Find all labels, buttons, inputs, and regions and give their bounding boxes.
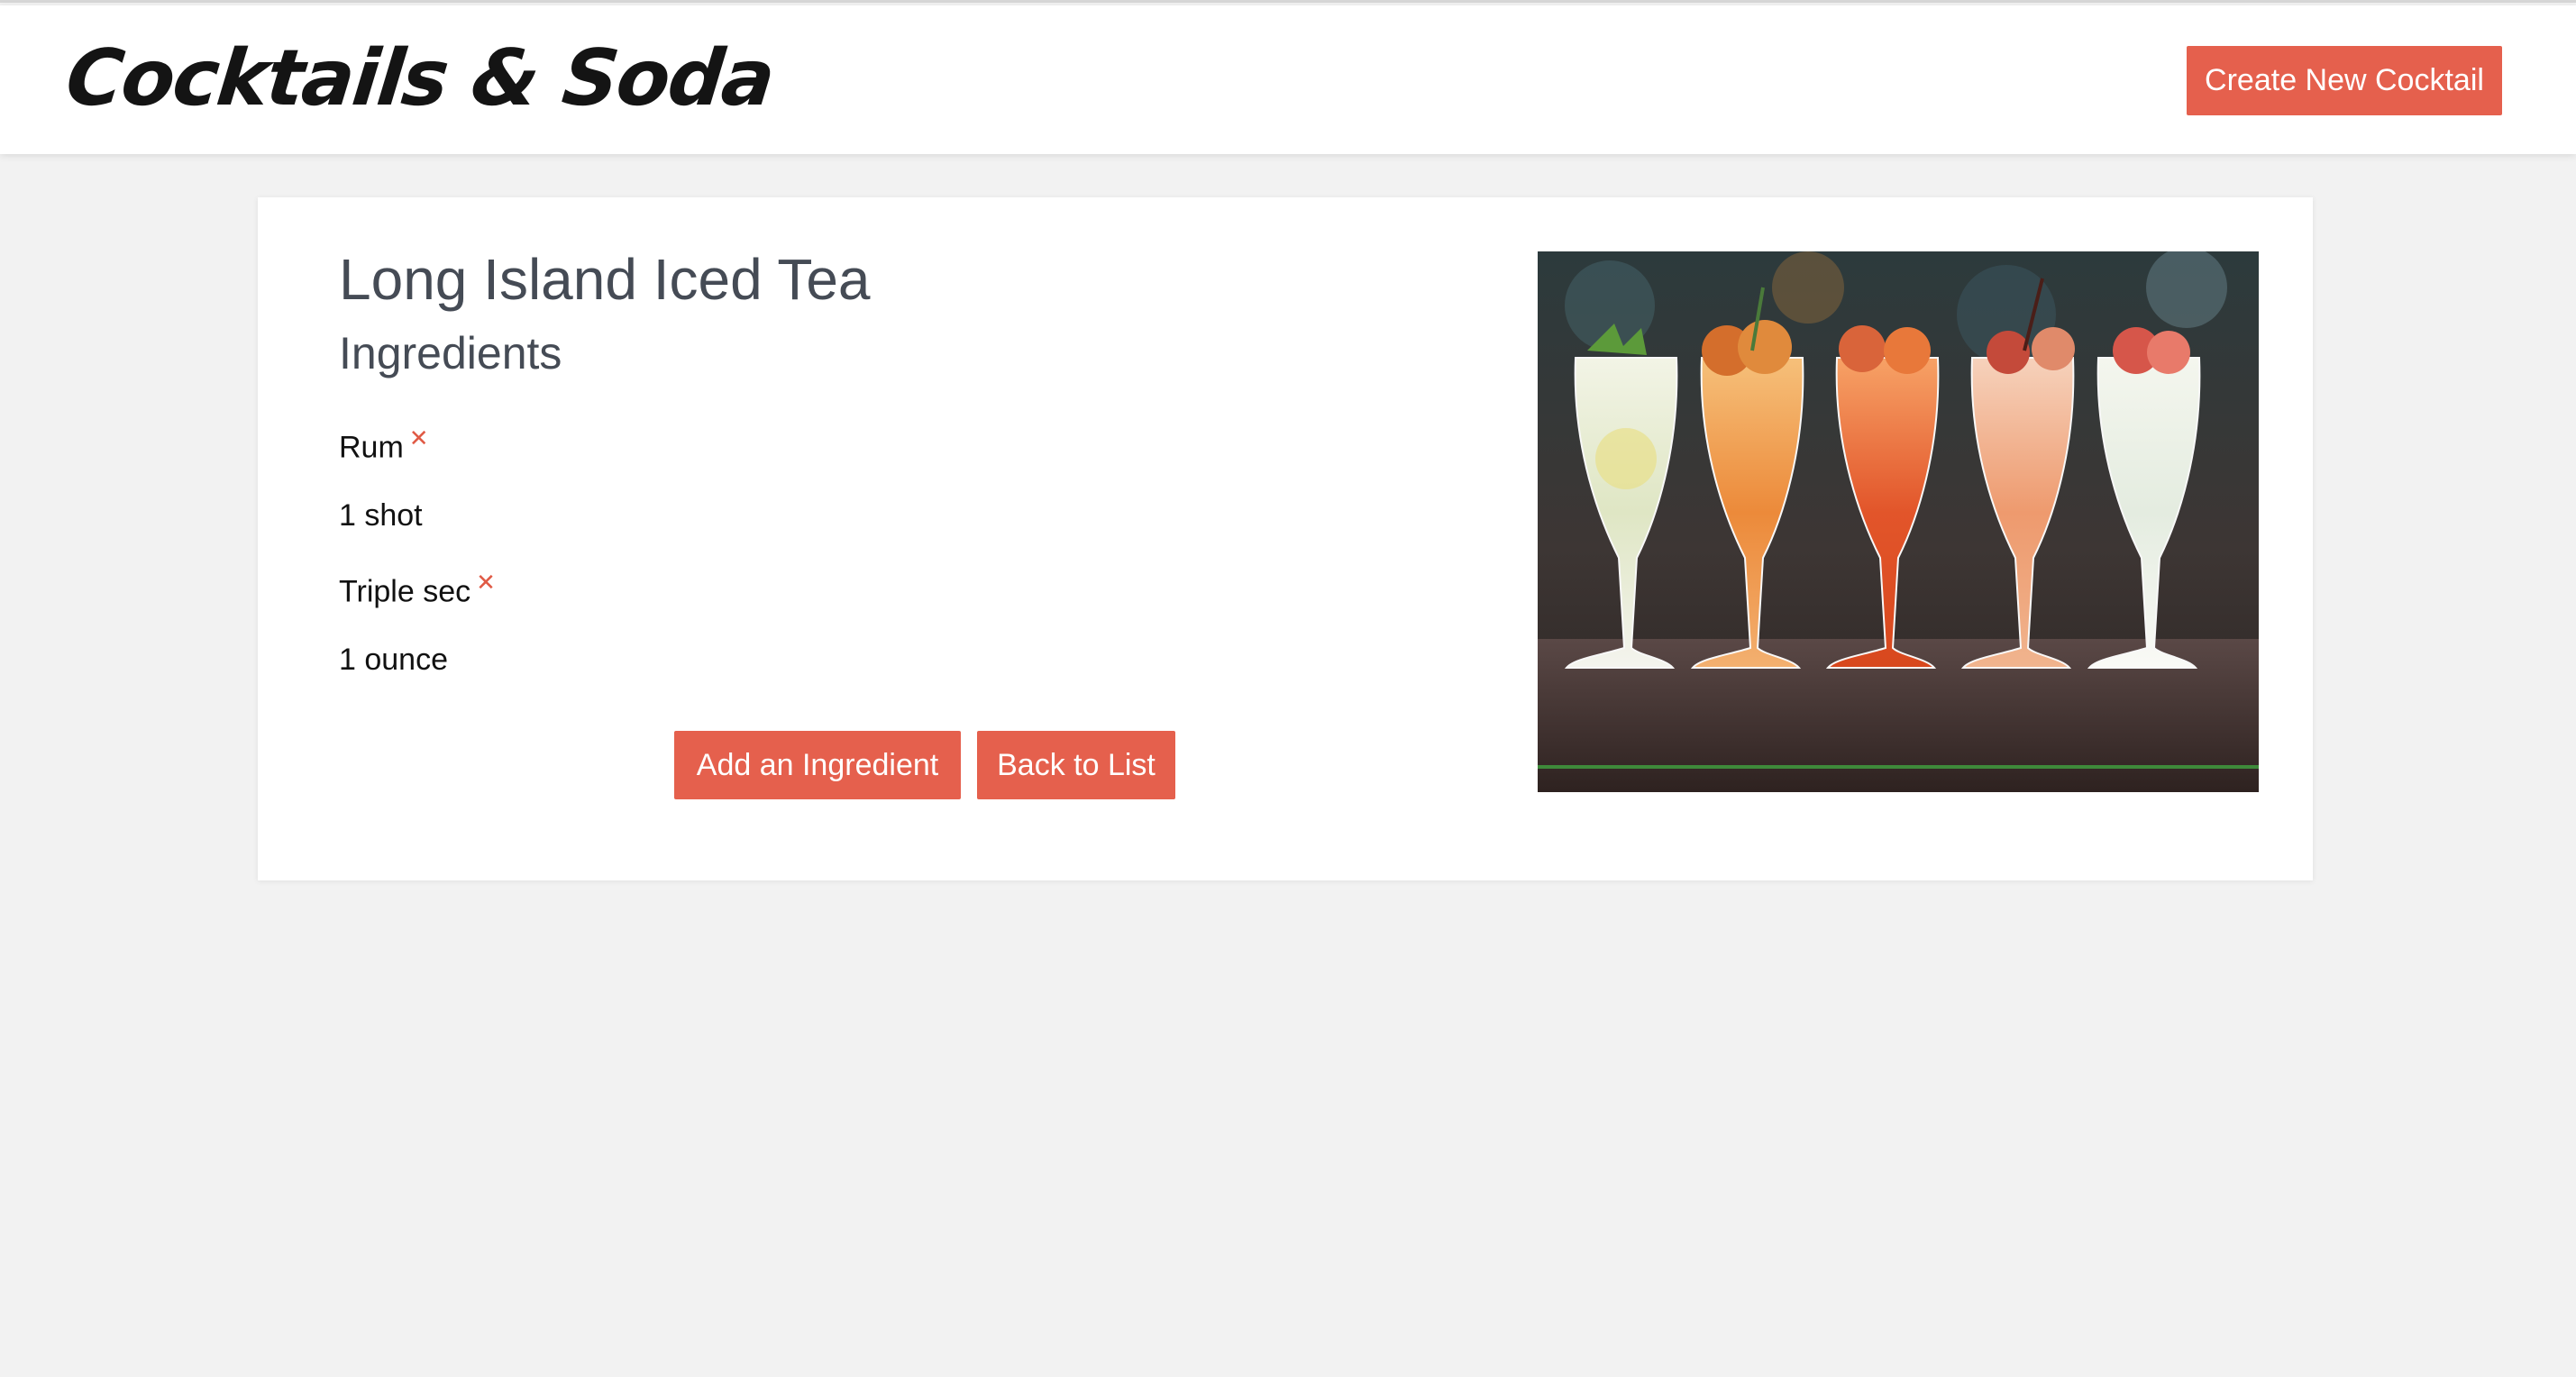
ingredient-amount: 1 ounce <box>339 643 448 677</box>
cocktail-photo <box>1538 251 2259 792</box>
navbar: Cocktails & Soda Create New Cocktail <box>0 5 2576 154</box>
ingredient-name: Rum ✕ <box>339 426 429 465</box>
ingredient-name: Triple sec ✕ <box>339 570 496 609</box>
cocktail-card: Long Island Iced Tea Ingredients Rum ✕ 1 … <box>258 197 2313 880</box>
close-icon[interactable]: ✕ <box>409 426 429 450</box>
back-to-list-button[interactable]: Back to List <box>977 731 1175 799</box>
ingredients-heading: Ingredients <box>339 328 562 378</box>
close-icon[interactable]: ✕ <box>476 570 496 594</box>
ingredient-amount: 1 shot <box>339 498 423 533</box>
brand-logo[interactable]: Cocktails & Soda <box>61 29 778 128</box>
add-ingredient-button[interactable]: Add an Ingredient <box>674 731 961 799</box>
create-cocktail-button[interactable]: Create New Cocktail <box>2187 46 2502 115</box>
cocktail-title: Long Island Iced Tea <box>339 247 871 312</box>
ingredient-name-label: Rum <box>339 430 404 465</box>
ingredient-name-label: Triple sec <box>339 574 471 609</box>
